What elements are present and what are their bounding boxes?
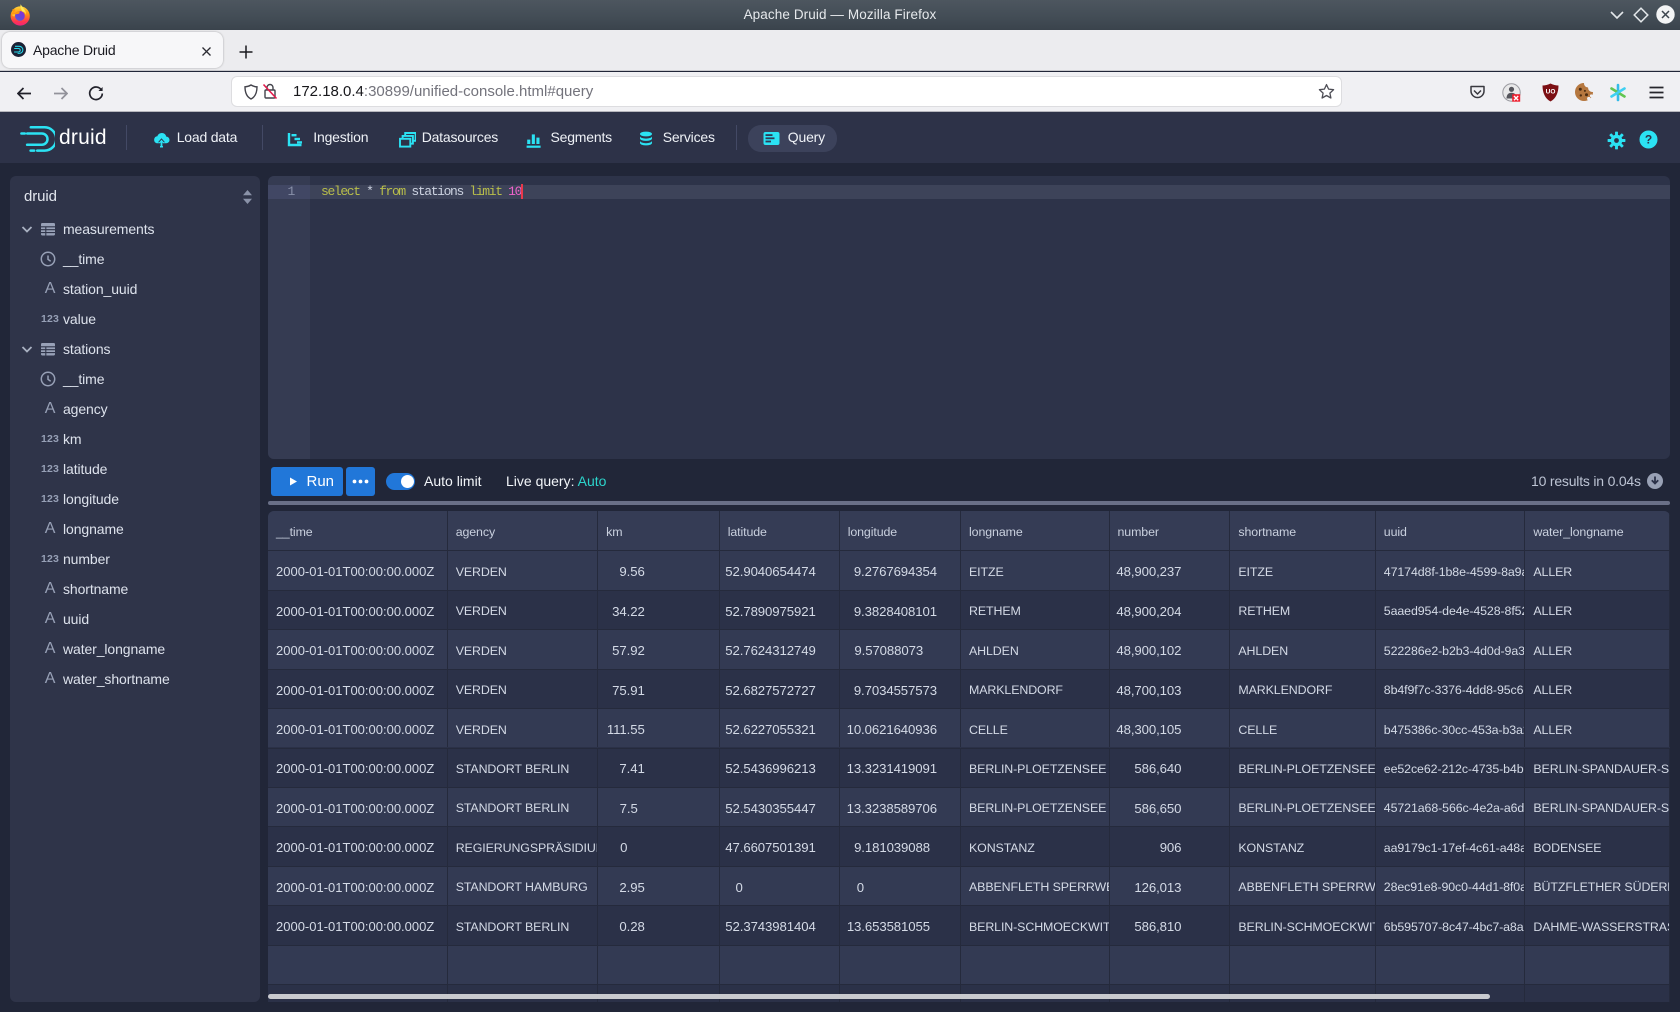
svg-text:?: ? [1645, 133, 1652, 147]
svg-text:UO: UO [1546, 89, 1556, 96]
